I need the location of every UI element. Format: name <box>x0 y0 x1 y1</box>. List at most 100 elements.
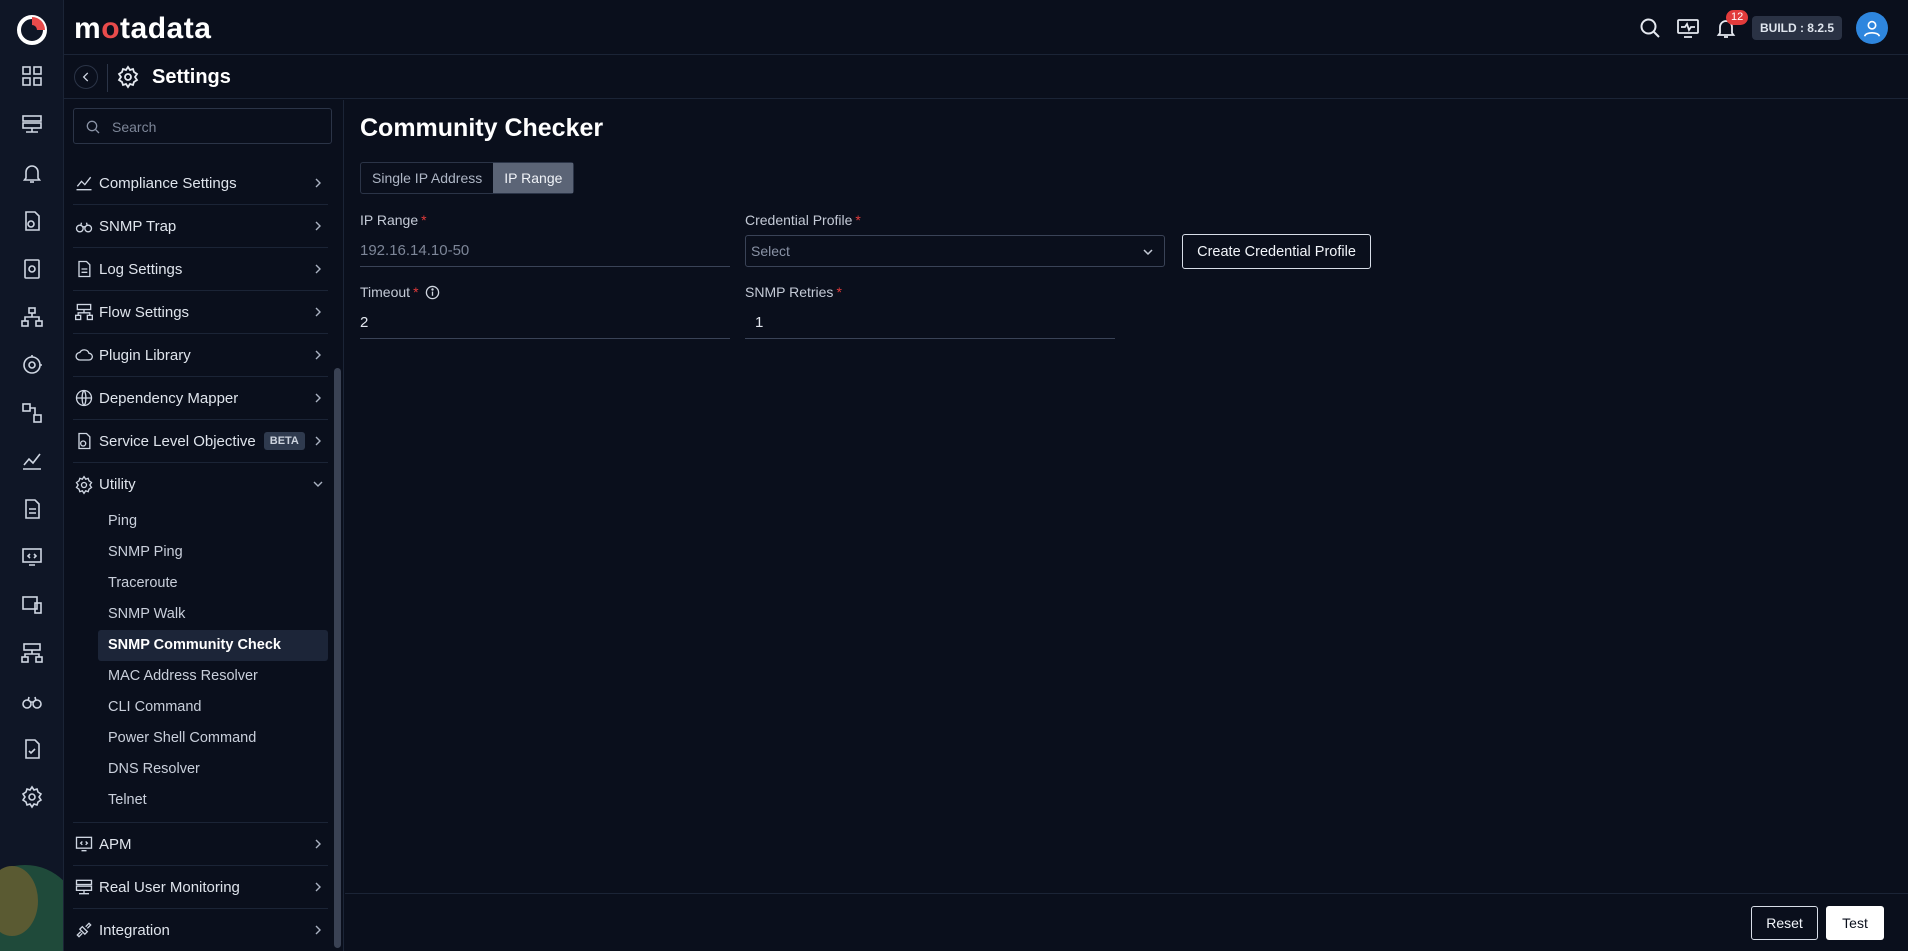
section-title: Community Checker <box>360 114 604 142</box>
chevron-right-icon <box>313 925 323 935</box>
topology-icon[interactable] <box>20 305 44 329</box>
dashboard-icon[interactable] <box>20 64 44 88</box>
credential-profile-label: Credential Profile * <box>745 212 861 228</box>
notification-bell-icon[interactable]: 12 <box>1714 10 1749 40</box>
search-icon[interactable] <box>1638 16 1662 40</box>
binoculars-icon[interactable] <box>20 689 44 713</box>
snmp-retries-input[interactable]: 1 <box>745 307 1115 339</box>
sidebar-item-label: APM <box>99 835 132 853</box>
ip-range-label: IP Range * <box>360 212 427 228</box>
sidebar-item-compliance-settings[interactable]: Compliance Settings <box>73 162 328 205</box>
apm-icon[interactable] <box>20 545 44 569</box>
metric-explorer-icon[interactable] <box>20 449 44 473</box>
sidebar-scrollbar[interactable] <box>334 368 341 948</box>
workflow-icon[interactable] <box>20 401 44 425</box>
sidebar-subitem-cli-command[interactable]: CLI Command <box>98 692 328 723</box>
create-credential-profile-button[interactable]: Create Credential Profile <box>1182 234 1371 269</box>
credential-profile-placeholder: Select <box>751 243 790 259</box>
timeout-input[interactable]: 2 <box>360 307 730 339</box>
utility-submenu: Ping SNMP Ping Traceroute SNMP Walk SNMP… <box>73 506 328 823</box>
mode-tabs: Single IP Address IP Range <box>360 162 575 194</box>
slo-icon <box>74 431 94 451</box>
device-icon[interactable] <box>20 593 44 617</box>
chevron-right-icon <box>313 264 323 274</box>
credential-profile-select[interactable]: Select <box>745 235 1165 267</box>
sidebar-subitem-mac-address-resolver[interactable]: MAC Address Resolver <box>98 661 328 692</box>
sidebar-subitem-telnet[interactable]: Telnet <box>98 785 328 816</box>
sidebar-item-utility[interactable]: Utility <box>73 463 328 506</box>
settings-sidebar: Compliance Settings SNMP Trap Log Settin… <box>64 100 344 951</box>
chevron-right-icon <box>313 221 323 231</box>
sidebar-subitem-snmp-ping[interactable]: SNMP Ping <box>98 537 328 568</box>
inventory-icon[interactable] <box>20 112 44 136</box>
form-footer: Reset Test <box>345 893 1908 951</box>
icon-rail <box>0 0 64 951</box>
chevron-right-icon <box>313 839 323 849</box>
back-button[interactable] <box>74 65 98 89</box>
log-icon[interactable] <box>20 497 44 521</box>
audit-icon[interactable] <box>20 737 44 761</box>
sidebar-item-log-settings[interactable]: Log Settings <box>73 248 328 291</box>
report-icon[interactable] <box>20 257 44 281</box>
timeout-label: Timeout * <box>360 284 440 300</box>
avatar[interactable] <box>1856 12 1888 44</box>
network-icon[interactable] <box>20 641 44 665</box>
test-button[interactable]: Test <box>1826 906 1884 940</box>
sidebar-item-label: Integration <box>99 921 170 939</box>
monitoring-icon[interactable] <box>20 353 44 377</box>
sidebar-item-plugin-library[interactable]: Plugin Library <box>73 334 328 377</box>
sidebar-item-flow-settings[interactable]: Flow Settings <box>73 291 328 334</box>
sidebar-item-service-level-objective[interactable]: Service Level Objective BETA <box>73 420 328 463</box>
globe-icon <box>74 388 94 408</box>
tab-ip-range[interactable]: IP Range <box>493 163 574 193</box>
motadata-logo-icon[interactable] <box>16 14 48 46</box>
snmp-retries-label: SNMP Retries * <box>745 284 842 300</box>
top-bar: motadata 12 BUILD : 8.2.5 <box>64 0 1908 55</box>
sidebar-subitem-snmp-walk[interactable]: SNMP Walk <box>98 599 328 630</box>
search-input[interactable] <box>112 117 322 137</box>
chevron-right-icon <box>313 436 323 446</box>
policy-icon[interactable] <box>20 209 44 233</box>
notification-badge: 12 <box>1725 10 1749 25</box>
settings-icon[interactable] <box>20 785 44 809</box>
sidebar-item-label: Log Settings <box>99 260 183 278</box>
chart-line-icon <box>74 173 94 193</box>
info-icon[interactable] <box>425 285 440 300</box>
sidebar-item-apm[interactable]: APM <box>73 823 328 866</box>
sidebar-item-label: SNMP Trap <box>99 217 177 235</box>
ip-range-input[interactable]: 192.16.14.10-50 <box>360 235 730 267</box>
plug-icon <box>74 920 94 940</box>
binoculars-icon <box>74 216 94 236</box>
search-box <box>73 108 332 144</box>
main-content: Community Checker Single IP Address IP R… <box>345 100 1908 893</box>
monitor-code-icon <box>74 834 94 854</box>
divider <box>107 64 108 92</box>
brand-wordmark[interactable]: motadata <box>74 12 211 46</box>
build-version-badge: BUILD : 8.2.5 <box>1751 16 1842 40</box>
sidebar-item-snmp-trap[interactable]: SNMP Trap <box>73 205 328 248</box>
gear-icon <box>116 65 140 89</box>
alert-bell-icon[interactable] <box>20 161 44 185</box>
chevron-right-icon <box>313 178 323 188</box>
sidebar-item-integration[interactable]: Integration <box>73 909 328 951</box>
sidebar-item-label: Flow Settings <box>99 303 190 321</box>
sidebar-item-dependency-mapper[interactable]: Dependency Mapper <box>73 377 328 420</box>
monitor-icon[interactable] <box>1676 16 1700 40</box>
sidebar-subitem-traceroute[interactable]: Traceroute <box>98 568 328 599</box>
sidebar-item-real-user-monitoring[interactable]: Real User Monitoring <box>73 866 328 909</box>
reset-button[interactable]: Reset <box>1751 906 1818 940</box>
sidebar-subitem-power-shell-command[interactable]: Power Shell Command <box>98 723 328 754</box>
sidebar-item-label: Compliance Settings <box>99 174 237 192</box>
sidebar-subitem-ping[interactable]: Ping <box>98 506 328 537</box>
beta-badge: BETA <box>263 432 305 450</box>
tab-single-ip-address[interactable]: Single IP Address <box>361 163 493 193</box>
chevron-down-icon <box>313 479 323 489</box>
flow-icon <box>74 302 94 322</box>
cloud-icon <box>74 345 94 365</box>
server-icon <box>74 877 94 897</box>
sidebar-subitem-dns-resolver[interactable]: DNS Resolver <box>98 754 328 785</box>
settings-menu: Compliance Settings SNMP Trap Log Settin… <box>73 162 328 951</box>
sidebar-item-label: Service Level Objective <box>99 432 256 450</box>
chevron-down-icon <box>1142 246 1154 258</box>
sidebar-subitem-snmp-community-check[interactable]: SNMP Community Check <box>98 630 328 661</box>
